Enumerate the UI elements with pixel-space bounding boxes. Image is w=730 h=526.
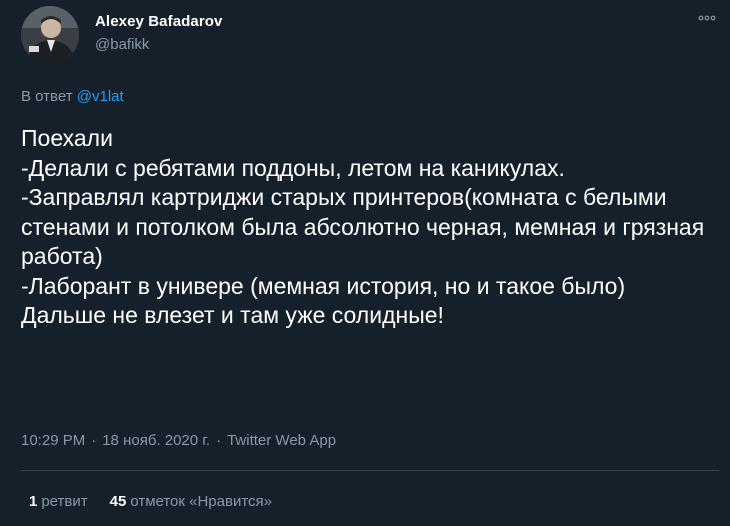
tweet-stats: 1 ретвит 45 отметок «Нравится» (29, 493, 272, 510)
tweet-time[interactable]: 10:29 PM (21, 432, 85, 449)
tweet-source[interactable]: Twitter Web App (227, 432, 336, 449)
more-options-button[interactable] (696, 10, 718, 26)
likes-label: отметок «Нравится» (130, 493, 272, 510)
retweets-label: ретвит (41, 493, 88, 510)
retweets-count: 1 (29, 493, 38, 510)
avatar-image (21, 6, 79, 64)
reply-context: В ответ @v1lat (21, 88, 124, 105)
avatar[interactable] (21, 6, 79, 64)
author-handle[interactable]: @bafikk (95, 36, 149, 53)
likes-stat[interactable]: 45 отметок «Нравится» (110, 493, 272, 510)
meta-separator: · (91, 432, 97, 449)
reply-to-mention[interactable]: @v1lat (77, 88, 124, 105)
tweet-date[interactable]: 18 нояб. 2020 г. (102, 432, 210, 449)
divider (21, 470, 719, 471)
reply-prefix: В ответ (21, 88, 73, 105)
tweet-text: Поехали -Делали с ребятами поддоны, лето… (21, 125, 705, 328)
tweet-meta: 10:29 PM · 18 нояб. 2020 г. · Twitter Web Ap… (21, 432, 336, 449)
author-name[interactable]: Alexey Bafadarov (95, 13, 223, 30)
likes-count: 45 (109, 493, 127, 510)
more-horizontal-icon (698, 15, 716, 21)
tweet-card: Alexey Bafadarov @bafikk В ответ @v1lat … (0, 0, 730, 526)
meta-separator: · (216, 432, 222, 449)
retweets-stat[interactable]: 1 ретвит (29, 493, 88, 510)
